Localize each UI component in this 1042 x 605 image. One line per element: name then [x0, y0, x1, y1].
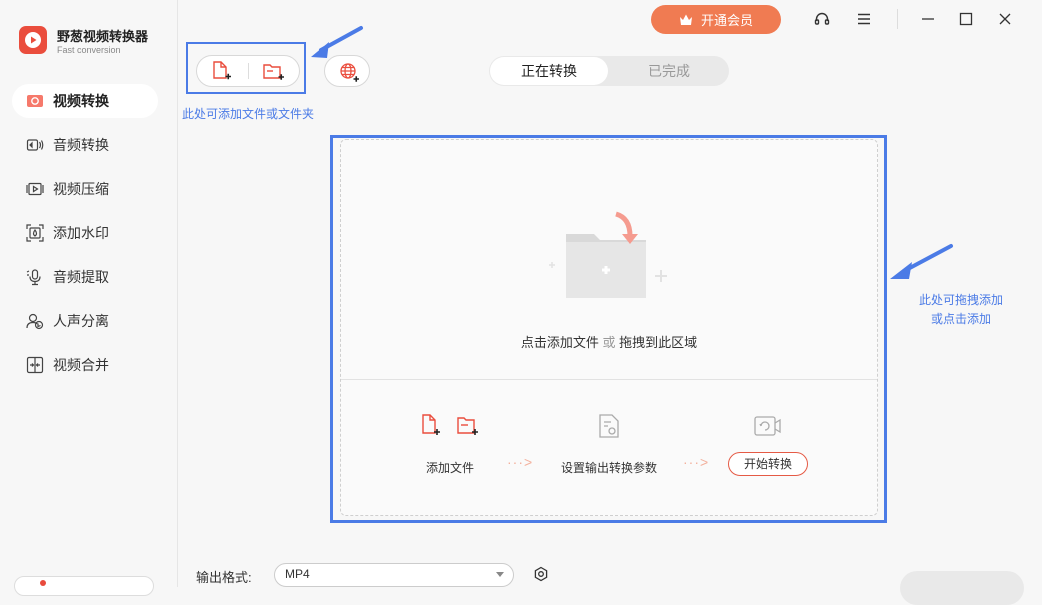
sidebar-item-label: 音频转换	[53, 137, 109, 153]
vocal-separate-icon	[26, 312, 44, 330]
drop-hint-line-2: 或点击添加	[930, 312, 991, 326]
video-compress-icon	[26, 180, 44, 198]
sidebar-item-label: 视频转换	[53, 93, 109, 109]
user-avatar[interactable]	[14, 576, 154, 596]
output-format-value: MP4	[285, 567, 310, 581]
app-subtitle: Fast conversion	[57, 45, 121, 55]
chevron-down-icon	[496, 572, 504, 577]
sidebar-item-audio-extract[interactable]: 音频提取	[12, 260, 158, 294]
settings-doc-icon	[597, 412, 621, 440]
menu-icon[interactable]	[856, 11, 872, 27]
drop-zone-hint: 此处可拖拽添加 或点击添加	[905, 291, 1017, 329]
drop-text-click: 点击添加文件	[520, 335, 599, 350]
sidebar-item-label: 添加水印	[53, 225, 109, 241]
step-arrow-icon: ···>	[507, 454, 534, 470]
video-merge-icon	[26, 356, 44, 374]
tab-completed[interactable]: 已完成	[610, 57, 728, 85]
drop-text-drag: 拖拽到此区域	[619, 335, 698, 350]
headset-icon[interactable]	[814, 11, 830, 27]
app-logo-icon	[19, 26, 47, 54]
sidebar-item-watermark[interactable]: 添加水印	[12, 216, 158, 250]
drop-zone-text: 点击添加文件 或 拖拽到此区域	[341, 332, 877, 351]
audio-convert-icon	[26, 136, 44, 154]
sidebar-item-label: 人声分离	[53, 313, 109, 329]
sidebar-item-vocal-separate[interactable]: 人声分离	[12, 304, 158, 338]
settings-icon[interactable]	[533, 566, 549, 582]
convert-camera-icon	[753, 414, 783, 438]
add-file-step-icon	[420, 412, 484, 440]
watermark-icon	[26, 224, 44, 242]
notification-dot	[40, 580, 46, 586]
toolbar-divider	[248, 63, 249, 79]
output-format-select[interactable]	[274, 563, 514, 587]
sidebar-item-label: 音频提取	[53, 269, 109, 285]
add-folder-illustration-icon[interactable]	[546, 210, 672, 302]
add-folder-button[interactable]	[260, 58, 286, 84]
output-format-label: 输出格式:	[196, 570, 252, 585]
titlebar-divider	[897, 9, 898, 29]
step-set-params-label: 设置输出转换参数	[560, 461, 657, 475]
drop-zone-divider	[341, 379, 877, 380]
drop-hint-line-1: 此处可拖拽添加	[918, 293, 1003, 307]
video-convert-icon	[26, 92, 44, 110]
drop-text-or: 或	[602, 335, 616, 350]
sidebar-item-video-merge[interactable]: 视频合并	[12, 348, 158, 382]
tab-converting[interactable]: 正在转换	[490, 57, 608, 85]
sidebar-item-label: 视频合并	[53, 357, 109, 373]
close-icon[interactable]	[997, 11, 1013, 27]
globe-icon	[337, 60, 361, 84]
start-convert-button[interactable]: 开始转换	[728, 452, 808, 476]
annotation-arrow-icon	[890, 244, 953, 279]
step-add-file-label: 添加文件	[425, 461, 474, 475]
sidebar-item-label: 视频压缩	[53, 181, 109, 197]
audio-extract-icon	[26, 268, 44, 286]
step-arrow-icon: ···>	[683, 454, 710, 470]
add-file-button[interactable]	[208, 58, 234, 84]
crown-icon	[679, 14, 692, 25]
add-files-hint: 此处可添加文件或文件夹	[182, 107, 315, 121]
vip-button[interactable]: 开通会员	[651, 5, 781, 34]
vip-label: 开通会员	[700, 13, 753, 28]
sidebar-item-audio-convert[interactable]: 音频转换	[12, 128, 158, 162]
app-name: 野葱视频转换器	[57, 29, 149, 44]
minimize-icon[interactable]	[920, 11, 936, 27]
convert-all-button[interactable]	[900, 571, 1024, 605]
maximize-icon[interactable]	[958, 11, 974, 27]
sidebar-item-video-compress[interactable]: 视频压缩	[12, 172, 158, 206]
annotation-arrow-icon	[311, 26, 363, 58]
sidebar-item-video-convert[interactable]: 视频转换	[12, 84, 158, 118]
